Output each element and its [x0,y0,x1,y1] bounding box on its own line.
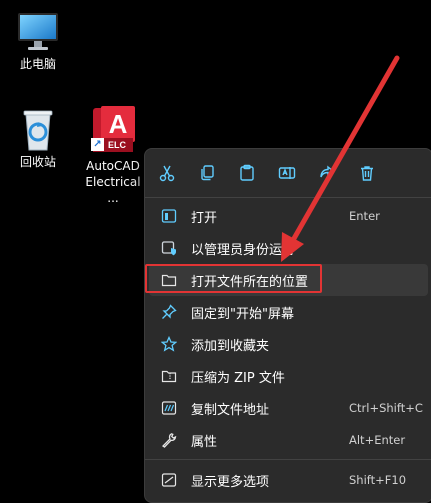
annotation-arrow-icon [281,55,400,262]
